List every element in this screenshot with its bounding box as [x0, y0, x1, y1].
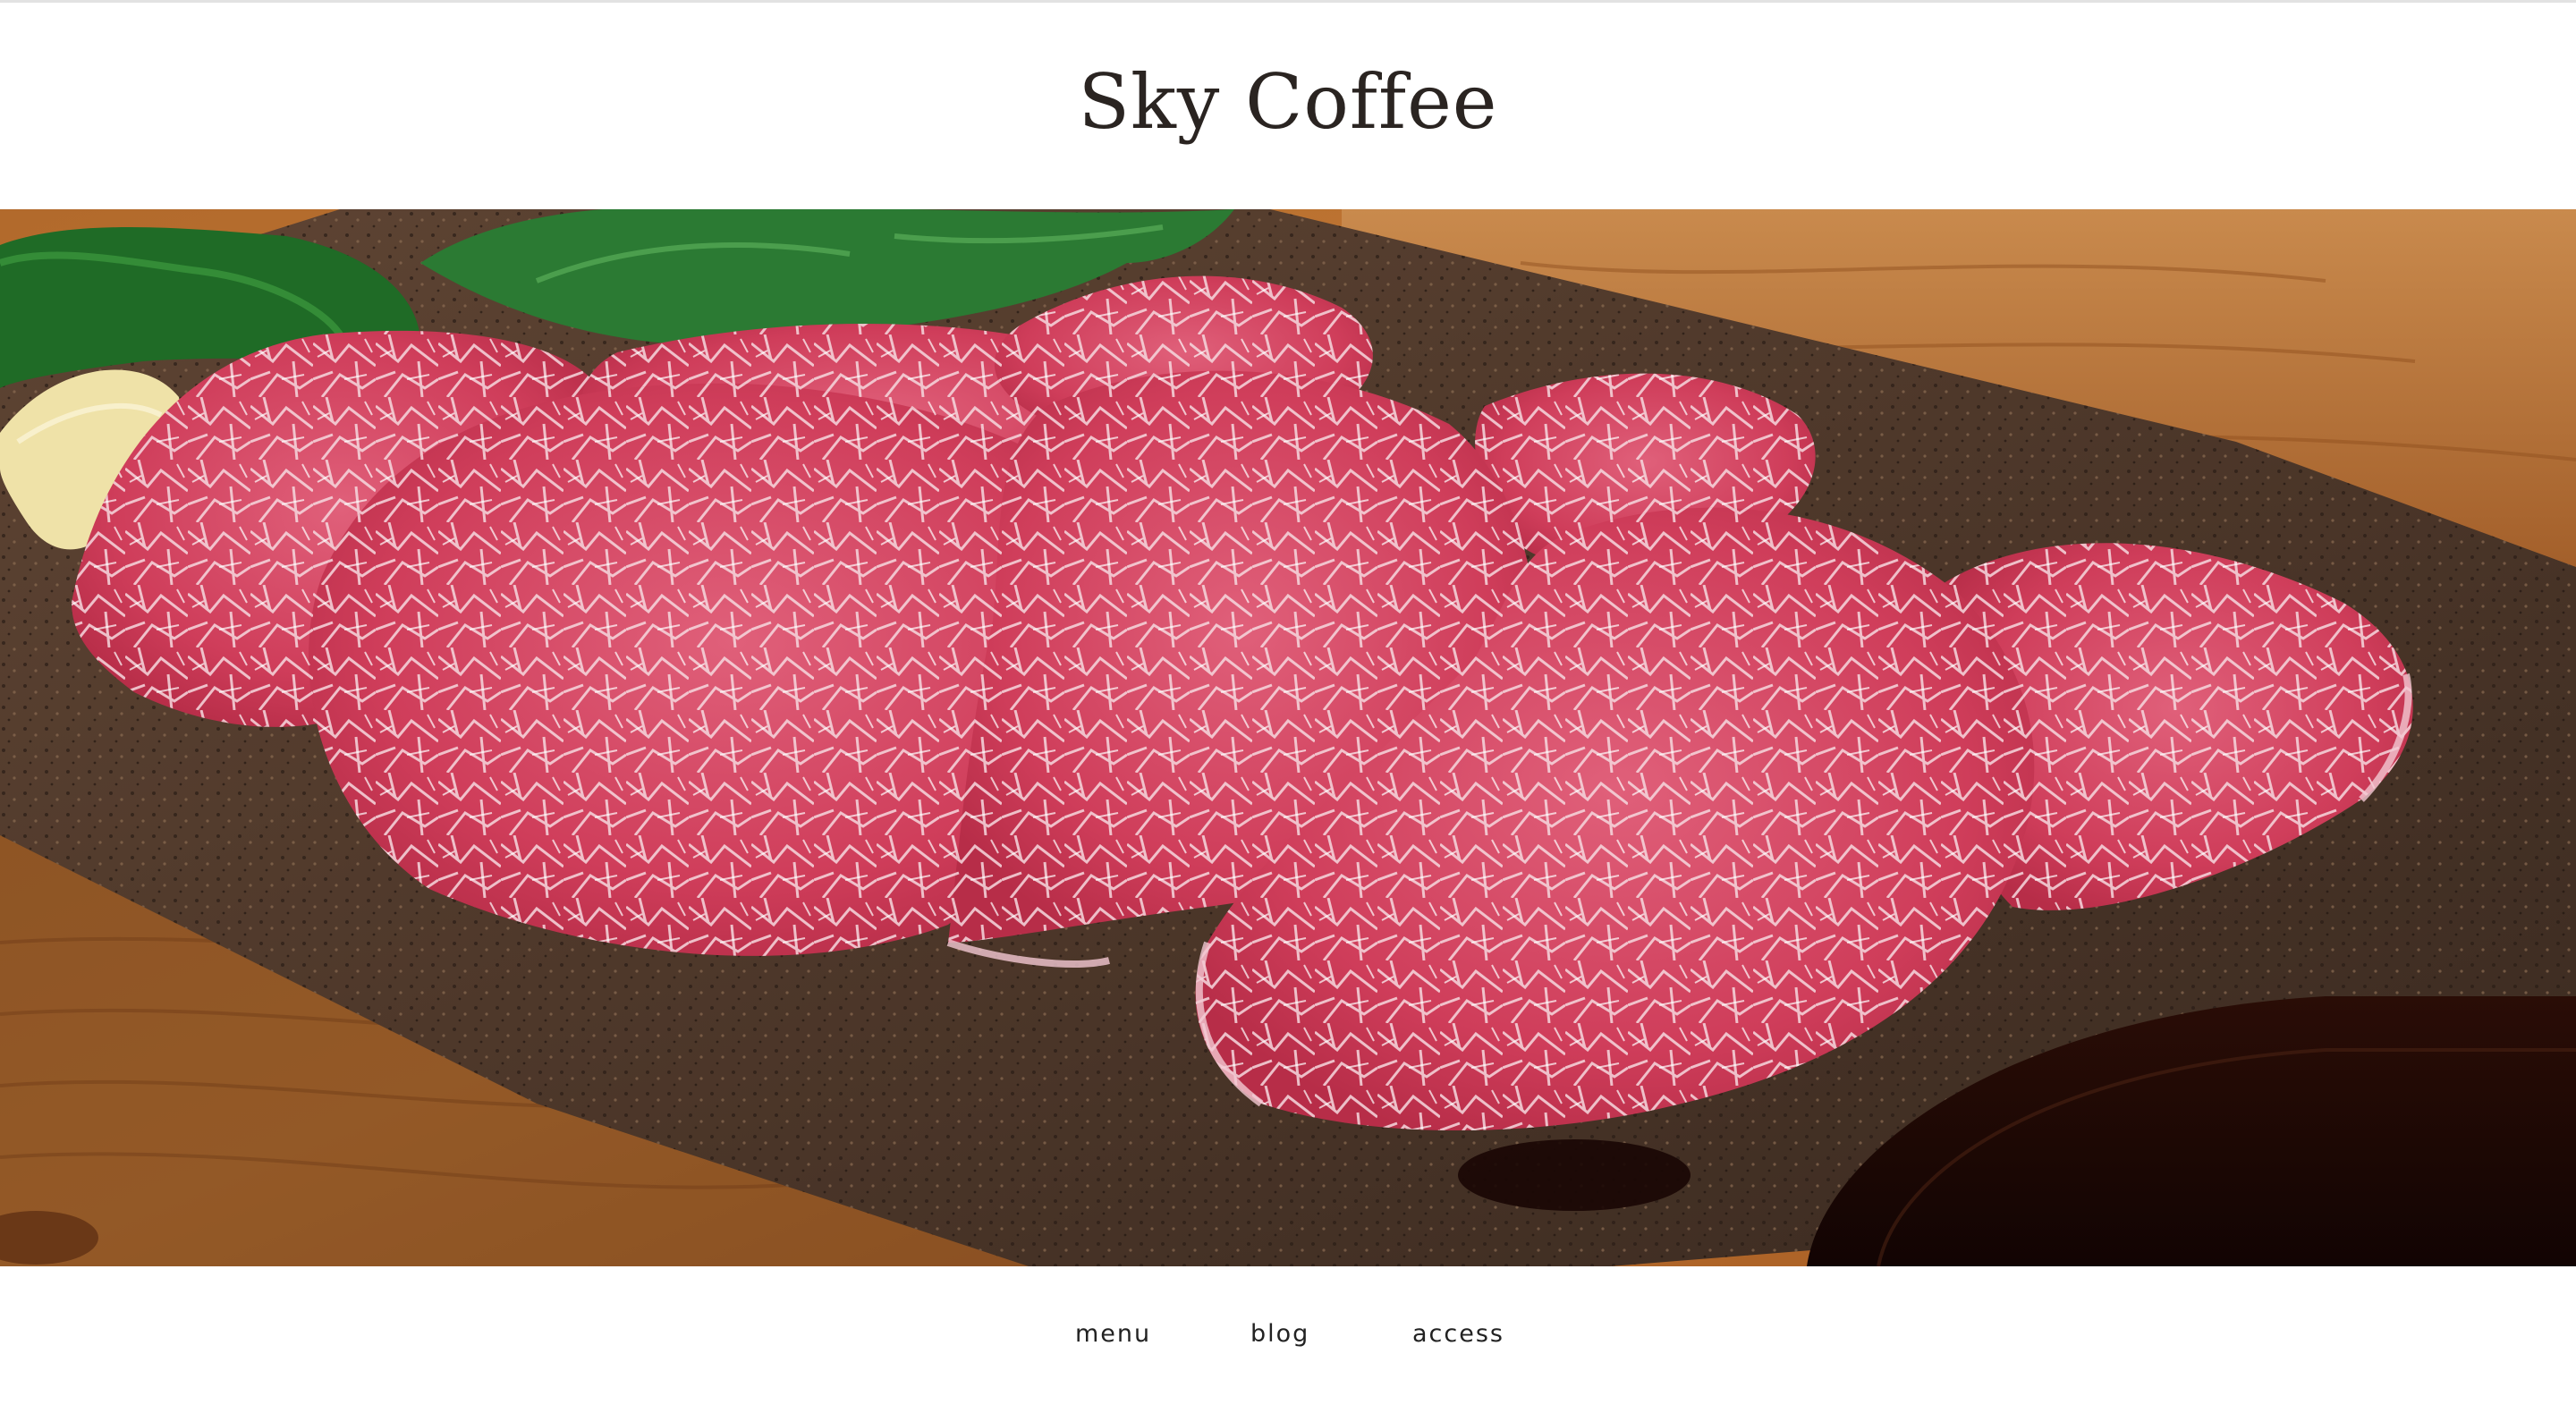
site-title-link[interactable]: Sky Coffee — [1078, 58, 1497, 146]
nav-link-menu[interactable]: menu — [1075, 1320, 1151, 1348]
nav-link-blog[interactable]: blog — [1250, 1320, 1309, 1348]
page: Sky Coffee menu blog access — [0, 0, 2576, 1413]
hero-illustration — [0, 209, 2576, 1266]
hero-image — [0, 209, 2576, 1266]
site-header: Sky Coffee — [0, 3, 2576, 209]
nav-link-access[interactable]: access — [1412, 1320, 1504, 1348]
main-nav: menu blog access — [0, 1266, 2576, 1413]
